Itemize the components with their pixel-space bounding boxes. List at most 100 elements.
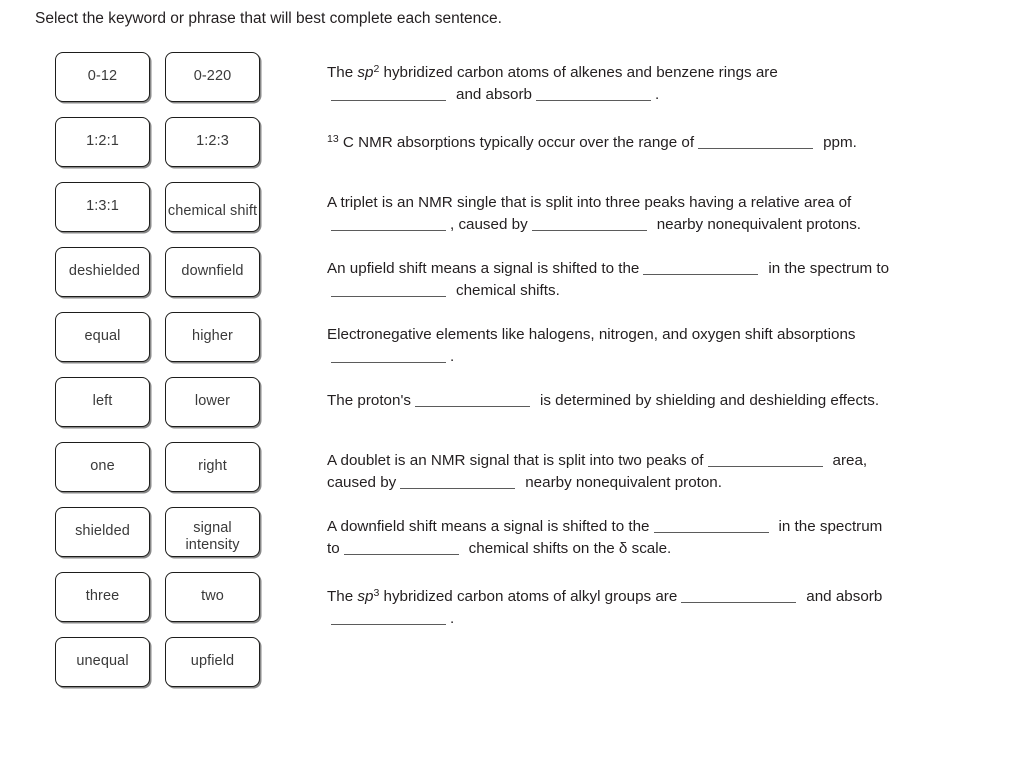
keyword-chip-label: lower [194, 393, 231, 410]
question-item-3: A triplet is an NMR single that is split… [327, 192, 972, 236]
q1-text-d: . [655, 86, 660, 103]
keyword-row: shielded signal intensity [55, 507, 261, 572]
keyword-chip-1-2-1[interactable]: 1:2:1 [55, 117, 150, 167]
keyword-row: equal higher [55, 312, 261, 377]
keyword-chip-label: 1:2:1 [86, 133, 119, 150]
question-item-7: A doublet is an NMR signal that is split… [327, 450, 972, 494]
q4-text-a: An upfield shift means a signal is shift… [327, 260, 640, 277]
keyword-chip-label: chemical shift [167, 203, 258, 220]
q3-blank-1[interactable] [331, 216, 446, 231]
keyword-chip-lower[interactable]: lower [165, 377, 260, 427]
q7-text-b: area, [832, 452, 868, 469]
keyword-chip-label: 0-220 [193, 68, 232, 85]
keyword-chip-higher[interactable]: higher [165, 312, 260, 362]
keyword-bank: 0-12 0-220 1:2:1 1:2:3 1:3:1 chemical sh… [55, 52, 261, 702]
keyword-chip-label: downfield [181, 263, 244, 280]
keyword-chip-shielded[interactable]: shielded [55, 507, 150, 557]
keyword-row: deshielded downfield [55, 247, 261, 312]
keyword-chip-two[interactable]: two [165, 572, 260, 622]
q2-text-a: C NMR absorptions typically occur over t… [338, 134, 695, 151]
keyword-chip-label: shielded [75, 523, 130, 540]
question-item-2: 13 C NMR absorptions typically occur ove… [327, 128, 972, 154]
q9-text-d: . [450, 610, 455, 627]
keyword-row: unequal upfield [55, 637, 261, 702]
q3-text-b: , caused by [450, 216, 528, 233]
question-item-6: The proton's is determined by shielding a… [327, 390, 972, 412]
keyword-chip-label: three [85, 588, 120, 605]
keyword-chip-left[interactable]: left [55, 377, 150, 427]
q1-blank-2[interactable] [536, 86, 651, 101]
keyword-chip-0-220[interactable]: 0-220 [165, 52, 260, 102]
keyword-chip-downfield[interactable]: downfield [165, 247, 260, 297]
keyword-chip-label: 0-12 [87, 68, 118, 85]
question-item-9: The sp3 hybridized carbon atoms of alkyl… [327, 582, 972, 630]
q7-text-c: caused by [327, 474, 397, 491]
q2-superscript-13: 13 [327, 133, 339, 145]
q5-blank-1[interactable] [331, 348, 446, 363]
q3-text-c: nearby nonequivalent protons. [656, 216, 862, 233]
keyword-row: 1:3:1 chemical shift [55, 182, 261, 247]
keyword-chip-label: right [198, 458, 227, 475]
q8-blank-2[interactable] [343, 540, 459, 555]
keyword-chip-label: 1:2:3 [196, 133, 229, 150]
question-item-5: Electronegative elements like halogens, … [327, 324, 972, 368]
keyword-row: three two [55, 572, 261, 637]
keyword-chip-three[interactable]: three [55, 572, 150, 622]
q7-text-d: nearby nonequivalent proton. [525, 474, 722, 491]
q9-text-b: hybridized carbon atoms of alkyl groups … [379, 588, 678, 605]
keyword-chip-label: upfield [190, 653, 235, 670]
q9-blank-1[interactable] [681, 588, 797, 603]
q4-blank-1[interactable] [643, 260, 759, 275]
keyword-chip-label: unequal [76, 653, 129, 670]
keyword-chip-label: 1:3:1 [86, 198, 119, 215]
question-item-8: A downfield shift means a signal is shif… [327, 516, 972, 560]
q6-text-b: is determined by shielding and deshieldi… [539, 392, 880, 409]
keyword-chip-label: signal intensity [185, 519, 240, 554]
keyword-chip-deshielded[interactable]: deshielded [55, 247, 150, 297]
keyword-chip-label: higher [192, 328, 233, 345]
keyword-row: 1:2:1 1:2:3 [55, 117, 261, 182]
q8-text-c: to [327, 540, 340, 557]
keyword-chip-label: equal [84, 328, 121, 345]
q7-text-a: A doublet is an NMR signal that is split… [327, 452, 704, 469]
q4-blank-2[interactable] [331, 282, 446, 297]
keyword-chip-label: one [90, 458, 115, 475]
keyword-chip-1-3-1[interactable]: 1:3:1 [55, 182, 150, 232]
keyword-chip-chemical-shift[interactable]: chemical shift [165, 182, 260, 232]
question-list: The sp2 hybridized carbon atoms of alken… [327, 58, 972, 646]
q3-text-a: A triplet is an NMR single that is split… [327, 194, 852, 211]
q3-blank-2[interactable] [531, 216, 647, 231]
q8-text-a: A downfield shift means a signal is shif… [327, 518, 650, 535]
keyword-chip-unequal[interactable]: unequal [55, 637, 150, 687]
keyword-row: left lower [55, 377, 261, 442]
keyword-row: one right [55, 442, 261, 507]
q7-blank-2[interactable] [400, 474, 516, 489]
q6-text-a: The proton's [327, 392, 411, 409]
q5-text-a: Electronegative elements like halogens, … [327, 326, 856, 343]
keyword-chip-0-12[interactable]: 0-12 [55, 52, 150, 102]
q4-text-c: chemical shifts. [456, 282, 560, 299]
q1-italic-sp: sp [357, 64, 374, 81]
q8-text-d: chemical shifts on the δ scale. [468, 540, 672, 557]
q9-blank-2[interactable] [331, 610, 446, 625]
keyword-chip-1-2-3[interactable]: 1:2:3 [165, 117, 260, 167]
q8-blank-1[interactable] [653, 518, 769, 533]
q2-blank-1[interactable] [698, 134, 814, 149]
q5-text-b: . [450, 348, 455, 365]
keyword-chip-equal[interactable]: equal [55, 312, 150, 362]
keyword-chip-upfield[interactable]: upfield [165, 637, 260, 687]
q2-text-b: ppm. [823, 134, 857, 151]
q9-text-c: and absorb [806, 588, 883, 605]
question-item-1: The sp2 hybridized carbon atoms of alken… [327, 58, 972, 106]
keyword-chip-right[interactable]: right [165, 442, 260, 492]
keyword-chip-label: deshielded [68, 263, 141, 280]
q7-blank-1[interactable] [707, 452, 823, 467]
keyword-chip-signal-intensity[interactable]: signal intensity [165, 507, 260, 557]
page-title: Select the keyword or phrase that will b… [35, 10, 502, 27]
q6-blank-1[interactable] [414, 392, 530, 407]
q1-blank-1[interactable] [331, 86, 446, 101]
q1-text-b: hybridized carbon atoms of alkenes and b… [379, 64, 778, 81]
q9-text-a: The [327, 588, 358, 605]
q4-text-b: in the spectrum to [768, 260, 890, 277]
keyword-chip-one[interactable]: one [55, 442, 150, 492]
